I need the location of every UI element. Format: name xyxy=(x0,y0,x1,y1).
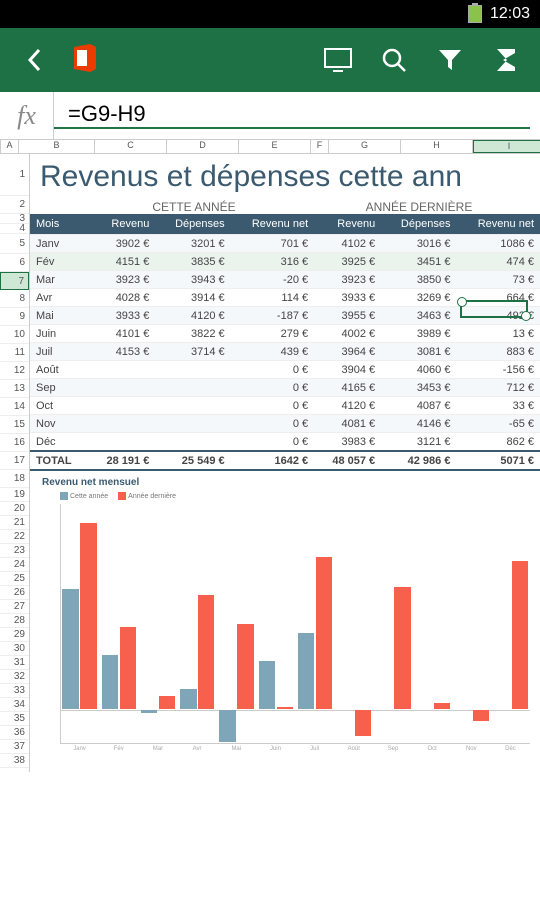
table-row[interactable]: Nov0 €4081 €4146 €-65 € xyxy=(30,415,540,433)
year-subtitles: CETTE ANNÉE ANNÉE DERNIÈRE xyxy=(30,200,540,214)
column-headers: ABCDEFGHIJ xyxy=(0,140,540,154)
table-row[interactable]: Janv3902 €3201 €701 €4102 €3016 €1086 € xyxy=(30,235,540,253)
table-row[interactable]: Déc0 €3983 €3121 €862 € xyxy=(30,433,540,452)
data-table[interactable]: MoisRevenuDépensesRevenu netRevenuDépens… xyxy=(30,214,540,471)
table-row[interactable]: Août0 €3904 €4060 €-156 € xyxy=(30,361,540,379)
filter-icon[interactable] xyxy=(428,38,472,82)
table-row[interactable]: Mai3933 €4120 €-187 €3955 €3463 €492 € xyxy=(30,307,540,325)
search-icon[interactable] xyxy=(372,38,416,82)
display-icon[interactable] xyxy=(316,38,360,82)
android-status-bar: 12:03 xyxy=(0,0,540,28)
table-row[interactable]: Mar3923 €3943 €-20 €3923 €3850 €73 € xyxy=(30,271,540,289)
battery-icon xyxy=(468,5,482,23)
formula-bar: fx xyxy=(0,92,540,140)
chart-title: Revenu net mensuel xyxy=(30,471,540,492)
page-title: Revenus et dépenses cette ann xyxy=(30,154,540,200)
clock: 12:03 xyxy=(490,5,530,23)
formula-input[interactable] xyxy=(54,101,530,129)
table-row[interactable]: Fév4151 €3835 €316 €3925 €3451 €474 € xyxy=(30,253,540,271)
row-numbers: 1234567891011121314151617181920212223242… xyxy=(0,154,30,772)
fx-icon[interactable]: fx xyxy=(0,92,54,139)
table-row[interactable]: Oct0 €4120 €4087 €33 € xyxy=(30,397,540,415)
chart: Cette année Année dernière 2004006008001… xyxy=(40,492,540,772)
table-row[interactable]: Avr4028 €3914 €114 €3933 €3269 €664 € xyxy=(30,289,540,307)
spreadsheet-grid[interactable]: ABCDEFGHIJ 12345678910111213141516171819… xyxy=(0,140,540,900)
table-row[interactable]: Sep0 €4165 €3453 €712 € xyxy=(30,379,540,397)
back-button[interactable] xyxy=(12,38,56,82)
office-logo-icon xyxy=(68,41,102,80)
app-toolbar xyxy=(0,28,540,92)
sheet-content[interactable]: Revenus et dépenses cette ann CETTE ANNÉ… xyxy=(30,154,540,772)
table-row[interactable]: Juil4153 €3714 €439 €3964 €3081 €883 € xyxy=(30,343,540,361)
sum-icon[interactable] xyxy=(484,38,528,82)
chart-legend: Cette année Année dernière xyxy=(40,492,540,500)
table-row[interactable]: Juin4101 €3822 €279 €4002 €3989 €13 € xyxy=(30,325,540,343)
